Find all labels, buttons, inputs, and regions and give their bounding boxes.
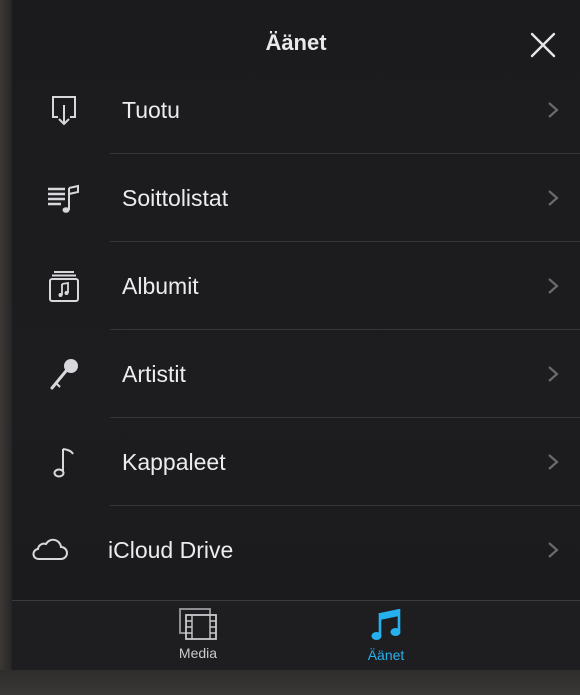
page-title: Äänet (265, 30, 327, 55)
chevron-right-icon (548, 102, 559, 118)
chevron-right-icon (548, 366, 559, 382)
screen: Äänet Tuotu Soittolistat Albumit Artisti… (0, 0, 580, 695)
music-note-icon (44, 442, 84, 482)
list-item-icloud-drive[interactable]: iCloud Drive (12, 506, 580, 594)
cloud-icon (30, 530, 70, 570)
tab-bar: Media Äänet (12, 600, 580, 671)
microphone-icon (44, 354, 84, 394)
tab-media-label: Media (178, 645, 218, 661)
list-item-artistit[interactable]: Artistit (12, 330, 580, 418)
album-icon (44, 266, 84, 306)
playlist-icon (44, 178, 84, 218)
list-item-soittolistat[interactable]: Soittolistat (12, 154, 580, 242)
import-icon (44, 90, 84, 130)
audio-source-list: Tuotu Soittolistat Albumit Artistit Kapp… (12, 66, 580, 594)
tab-media[interactable]: Media (138, 607, 258, 671)
tab-sounds[interactable]: Äänet (326, 607, 446, 671)
list-item-label: iCloud Drive (108, 536, 234, 563)
list-item-label: Artistit (122, 360, 186, 387)
chevron-right-icon (548, 190, 559, 206)
close-icon[interactable] (528, 30, 558, 60)
list-item-label: Tuotu (122, 96, 180, 123)
audio-browser-panel: Äänet Tuotu Soittolistat Albumit Artisti… (12, 0, 580, 671)
list-item-label: Albumit (122, 272, 199, 299)
list-item-label: Soittolistat (122, 184, 229, 211)
list-item-albumit[interactable]: Albumit (12, 242, 580, 330)
chevron-right-icon (548, 454, 559, 470)
list-item-kappaleet[interactable]: Kappaleet (12, 418, 580, 506)
music-notes-icon (371, 609, 401, 640)
device-bezel (0, 670, 580, 695)
chevron-right-icon (548, 542, 559, 558)
film-icon (179, 608, 217, 640)
list-item-label: Kappaleet (122, 448, 226, 475)
chevron-right-icon (548, 278, 559, 294)
tab-sounds-label: Äänet (367, 647, 405, 663)
list-item-tuotu[interactable]: Tuotu (12, 66, 580, 154)
